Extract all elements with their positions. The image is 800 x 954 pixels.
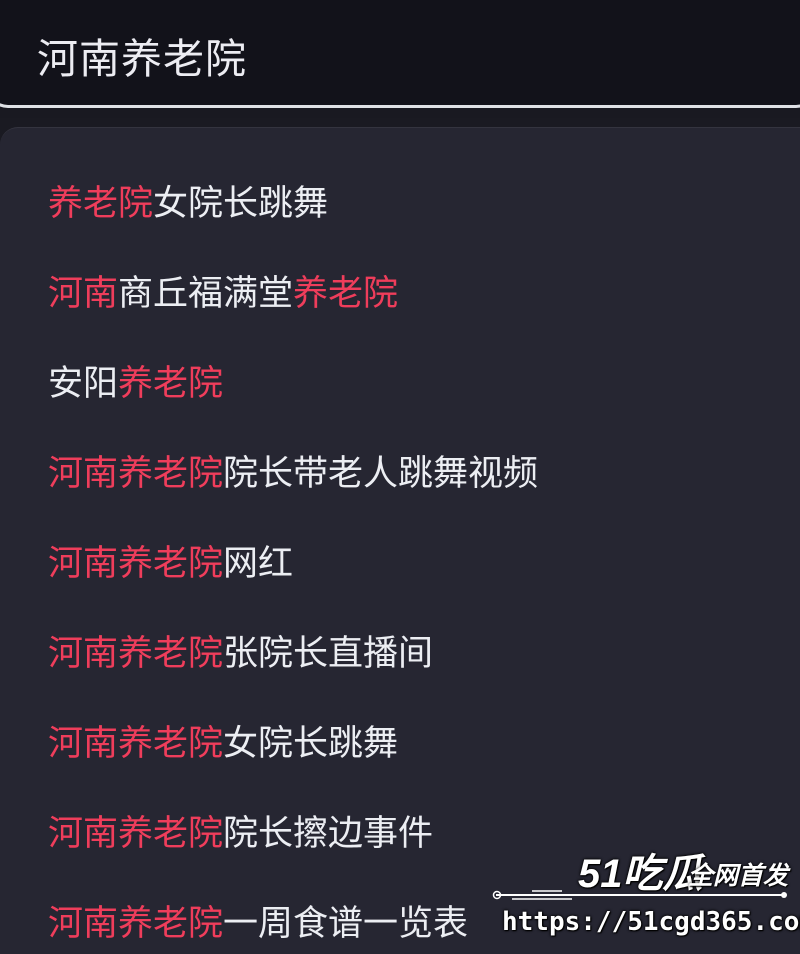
suggestion-item[interactable]: 河南养老院院长带老人跳舞视频 [48, 445, 800, 503]
suggestion-text: 女院长跳舞 [223, 724, 399, 764]
search-bar-area: 河南养老院 [0, 0, 800, 118]
suggestion-highlight: 养老院 [48, 184, 154, 224]
suggestion-highlight: 养老院 [118, 364, 224, 404]
suggestion-text: 网红 [223, 544, 294, 584]
circuit-lines-icon [492, 890, 787, 900]
suggestion-highlight: 河南 [48, 274, 119, 314]
suggestion-highlight: 河南养老院 [48, 724, 224, 764]
suggestion-item[interactable]: 河南养老院张院长直播间 [48, 625, 800, 683]
suggestion-text: 院长擦边事件 [223, 814, 434, 854]
suggestion-text: 院长带老人跳舞视频 [223, 454, 539, 494]
suggestion-item[interactable]: 安阳养老院 [48, 355, 800, 413]
suggestion-highlight: 河南养老院 [48, 904, 224, 944]
suggestion-item[interactable]: 河南商丘福满堂养老院 [48, 265, 800, 323]
search-query-text: 河南养老院 [37, 35, 247, 83]
suggestion-text: 张院长直播间 [223, 634, 434, 674]
suggestion-text: 商丘福满堂 [118, 274, 294, 314]
search-input[interactable]: 河南养老院 [0, 0, 800, 108]
suggestion-text: 一周食谱一览表 [223, 904, 469, 944]
suggestion-list: 养老院女院长跳舞 河南商丘福满堂养老院 安阳养老院 河南养老院院长带老人跳舞视频… [0, 127, 800, 954]
suggestion-highlight: 河南养老院 [48, 634, 224, 674]
suggestion-highlight: 养老院 [293, 274, 399, 314]
suggestion-text: 安阳 [48, 364, 119, 404]
suggestion-highlight: 河南养老院 [48, 544, 224, 584]
suggestion-highlight: 河南养老院 [48, 454, 224, 494]
watermark-url: https://51cgd365.com [502, 907, 800, 937]
watermark: 51吃瓜 全网首发 https://51cgd365.com [492, 846, 800, 950]
suggestion-highlight: 河南养老院 [48, 814, 224, 854]
suggestion-item[interactable]: 养老院女院长跳舞 [48, 175, 800, 233]
suggestion-item[interactable]: 河南养老院女院长跳舞 [48, 715, 800, 773]
suggestion-text: 女院长跳舞 [153, 184, 329, 224]
suggestion-item[interactable]: 河南养老院网红 [48, 535, 800, 593]
